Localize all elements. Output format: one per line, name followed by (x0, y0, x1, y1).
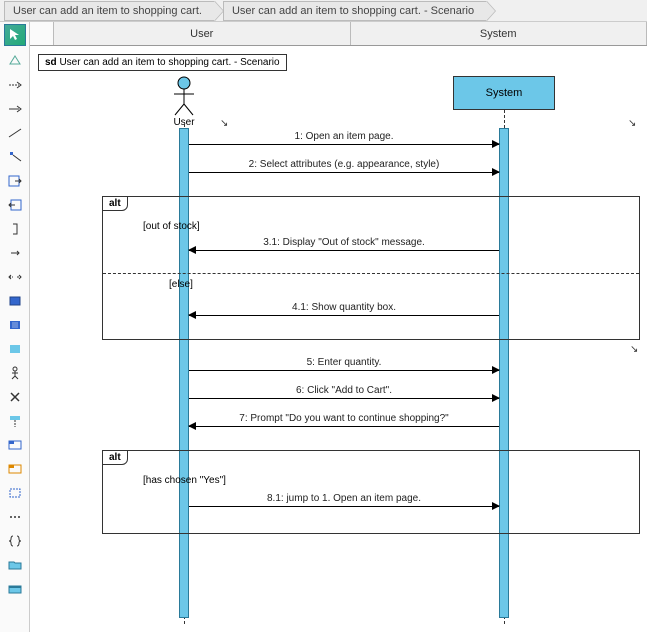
sd-prefix: sd (45, 57, 57, 68)
message-label: 1: Open an item page. (189, 131, 499, 142)
message-label: 5: Enter quantity. (189, 357, 499, 368)
header-label: System (480, 28, 517, 40)
resize-handle-icon[interactable]: ↘ (630, 344, 638, 355)
message-label: 7: Prompt "Do you want to continue shopp… (189, 413, 499, 424)
resize-handle-icon[interactable]: ↘ (220, 118, 228, 129)
resize-handle-icon[interactable]: ↘ (628, 118, 636, 129)
message-7[interactable]: 7: Prompt "Do you want to continue shopp… (189, 426, 499, 440)
alt-frame-2[interactable]: alt [has chosen "Yes"] (102, 450, 640, 534)
dots-icon[interactable] (5, 508, 25, 526)
actor-user[interactable]: User (172, 76, 196, 128)
main-area: User System sd User can add an item to s… (0, 22, 647, 632)
alt-guard-1: [has chosen "Yes"] (143, 475, 226, 486)
header-label: User (190, 28, 213, 40)
arrow-icon[interactable] (5, 100, 25, 118)
message-label: 4.1: Show quantity box. (189, 302, 499, 313)
interaction-use-icon[interactable] (5, 460, 25, 478)
message-label: 2: Select attributes (e.g. appearance, s… (189, 159, 499, 170)
arrow-right-icon (492, 366, 500, 374)
message-line (189, 144, 499, 145)
message-label: 6: Click "Add to Cart". (189, 385, 499, 396)
message-line (189, 370, 499, 371)
message-1[interactable]: 1: Open an item page. (189, 144, 499, 158)
frame-left-icon[interactable] (5, 196, 25, 214)
breadcrumb-item-2[interactable]: User can add an item to shopping cart. -… (223, 1, 487, 21)
arrow-right-icon (492, 168, 500, 176)
alt-guard-2: [else] (169, 279, 193, 290)
message-line (189, 426, 499, 427)
lifeline-icon[interactable] (5, 412, 25, 430)
message-6[interactable]: 6: Click "Add to Cart". (189, 398, 499, 412)
message-label: 3.1: Display "Out of stock" message. (189, 237, 499, 248)
canvas-area: User System sd User can add an item to s… (30, 22, 647, 632)
message-line (189, 506, 499, 507)
double-arrow-icon[interactable] (5, 268, 25, 286)
combined-fragment-icon[interactable] (5, 436, 25, 454)
message-3-1[interactable]: 3.1: Display "Out of stock" message. (189, 250, 499, 264)
swimlane-header: User System (30, 22, 647, 46)
breadcrumb-label: User can add an item to shopping cart. (13, 5, 202, 17)
header-system[interactable]: System (351, 22, 647, 45)
cross-icon[interactable] (5, 388, 25, 406)
box-tool-icon[interactable] (5, 292, 25, 310)
breadcrumb-item-1[interactable]: User can add an item to shopping cart. (4, 1, 215, 21)
frame-right-icon[interactable] (5, 172, 25, 190)
arrow-right-icon (492, 394, 500, 402)
sd-title: User can add an item to shopping cart. -… (59, 57, 279, 68)
box-lines-icon[interactable] (5, 316, 25, 334)
header-corner (30, 22, 54, 45)
message-5[interactable]: 5: Enter quantity. (189, 370, 499, 384)
box-dashed-icon[interactable] (5, 484, 25, 502)
arrow-right-icon (492, 502, 500, 510)
message-4-1[interactable]: 4.1: Show quantity box. (189, 315, 499, 329)
diagram-canvas[interactable]: sd User can add an item to shopping cart… (30, 46, 647, 630)
arrow-left-icon (188, 422, 196, 430)
triangle-up-icon[interactable] (5, 52, 25, 70)
message-line (189, 172, 499, 173)
sd-frame-label[interactable]: sd User can add an item to shopping cart… (38, 54, 287, 71)
breadcrumb-bar: User can add an item to shopping cart. U… (0, 0, 647, 22)
message-line (189, 315, 499, 316)
actor-icon[interactable] (5, 364, 25, 382)
actor-stickman-icon (172, 76, 196, 116)
message-label: 8.1: jump to 1. Open an item page. (189, 493, 499, 504)
arrow-left-icon (188, 246, 196, 254)
alt-label: alt (102, 196, 128, 211)
system-label: System (486, 87, 523, 99)
alt-label: alt (102, 450, 128, 465)
system-lifeline-box[interactable]: System (453, 76, 555, 110)
line-icon[interactable] (5, 124, 25, 142)
breadcrumb-label: User can add an item to shopping cart. -… (232, 5, 474, 17)
header-user[interactable]: User (54, 22, 351, 45)
alt-guard-1: [out of stock] (143, 221, 200, 232)
folder-icon[interactable] (5, 556, 25, 574)
card-icon[interactable] (5, 580, 25, 598)
dashed-arrow-icon[interactable] (5, 76, 25, 94)
message-8-1[interactable]: 8.1: jump to 1. Open an item page. (189, 506, 499, 520)
arrow-left-icon (188, 311, 196, 319)
message-line (189, 398, 499, 399)
alt-divider (103, 273, 639, 274)
bracket-right-icon[interactable] (5, 220, 25, 238)
braces-icon[interactable] (5, 532, 25, 550)
toolbox (0, 22, 30, 632)
message-line (189, 250, 499, 251)
message-2[interactable]: 2: Select attributes (e.g. appearance, s… (189, 172, 499, 186)
small-arrow-icon[interactable] (5, 244, 25, 262)
anchor-icon[interactable] (5, 148, 25, 166)
cursor-tool-icon[interactable] (4, 24, 26, 46)
box-plain-icon[interactable] (5, 340, 25, 358)
arrow-right-icon (492, 140, 500, 148)
